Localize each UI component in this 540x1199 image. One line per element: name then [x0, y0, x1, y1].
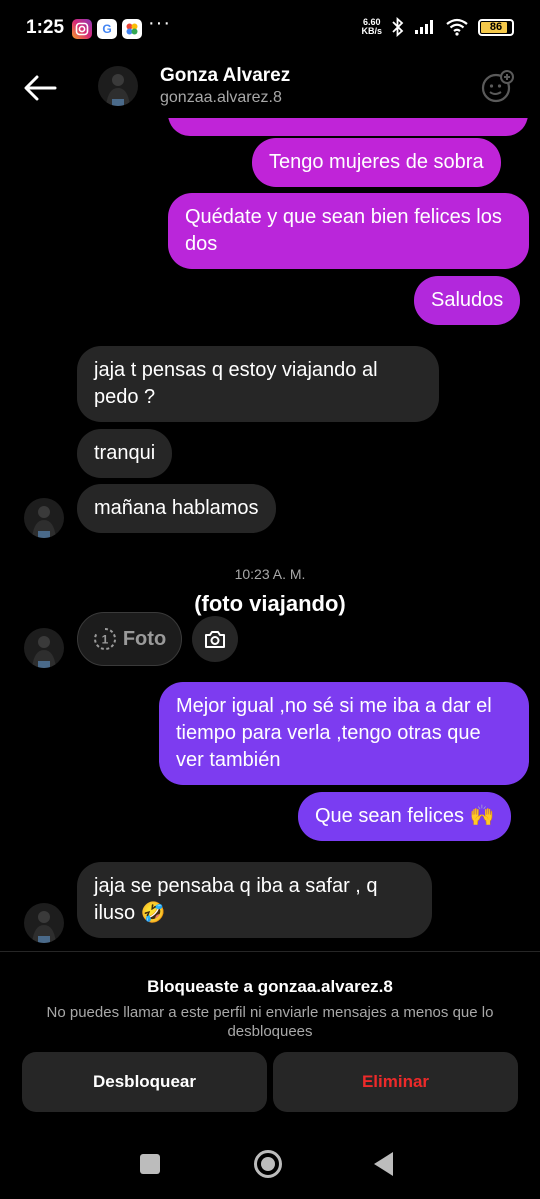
contact-username[interactable]: gonzaa.alvarez.8	[160, 89, 282, 107]
message-outgoing[interactable]: Tengo mujeres de sobra	[252, 138, 501, 187]
message-incoming[interactable]: jaja t pensas q estoy viajando al pedo ?	[77, 346, 439, 422]
photo-label: Foto	[122, 627, 167, 650]
divider	[0, 951, 540, 952]
back-button[interactable]	[20, 68, 60, 108]
camera-icon	[205, 631, 225, 648]
wifi-icon	[446, 18, 468, 36]
avatar[interactable]	[24, 498, 64, 538]
network-speed: 6.60 KB/s	[361, 17, 382, 36]
avatar[interactable]	[98, 66, 138, 106]
message-incoming[interactable]: mañana hablamos	[77, 484, 276, 533]
photos-icon	[122, 19, 142, 39]
sticker-button[interactable]	[480, 68, 516, 104]
more-notifications-icon: ···	[148, 12, 171, 34]
system-nav-bar	[0, 1130, 540, 1199]
blocked-title: Bloqueaste a gonzaa.alvarez.8	[147, 977, 393, 996]
message-outgoing[interactable]: Que sean felices 🙌	[298, 792, 512, 841]
avatar[interactable]	[24, 903, 64, 943]
avatar[interactable]	[24, 628, 64, 668]
google-icon: G	[97, 19, 117, 39]
view-once-icon: 1	[93, 627, 116, 650]
battery-icon: 86	[478, 18, 514, 36]
signal-icon	[415, 20, 433, 34]
recents-button[interactable]	[140, 1154, 160, 1174]
view-once-photo[interactable]: 1 Foto	[77, 612, 182, 666]
chat-header: Gonza Alvarez gonzaa.alvarez.8	[0, 58, 540, 118]
unblock-button[interactable]: Desbloquear	[22, 1052, 267, 1112]
message-incoming[interactable]: jaja se pensaba q iba a safar , q iluso …	[77, 862, 432, 938]
status-time: 1:25	[26, 17, 65, 38]
system-back-button[interactable]	[374, 1152, 393, 1176]
message-outgoing[interactable]: Quédate y que sean bien felices los dos	[168, 193, 529, 269]
message-outgoing[interactable]: Mejor igual ,no sé si me iba a dar el ti…	[159, 682, 529, 785]
message-incoming[interactable]: tranqui	[77, 429, 173, 478]
svg-text:1: 1	[102, 633, 109, 647]
photo-annotation: (foto viajando)	[194, 591, 346, 616]
home-button[interactable]	[254, 1150, 282, 1178]
instagram-icon	[72, 19, 92, 39]
contact-name[interactable]: Gonza Alvarez	[160, 65, 290, 87]
blocked-description: No puedes llamar a este perfil ni enviar…	[46, 1004, 494, 1040]
status-bar: 1:25 G ··· 6.60 KB/s 86	[0, 0, 540, 58]
status-indicators: 6.60 KB/s 86	[361, 17, 514, 37]
bluetooth-icon	[392, 17, 404, 37]
message-outgoing[interactable]: Saludos	[414, 276, 521, 325]
message-timestamp: 10:23 A. M.	[234, 566, 306, 582]
camera-button[interactable]	[192, 616, 238, 662]
arrow-left-icon	[24, 75, 57, 101]
sticker-add-icon	[481, 70, 514, 103]
delete-button[interactable]: Eliminar	[273, 1052, 518, 1112]
